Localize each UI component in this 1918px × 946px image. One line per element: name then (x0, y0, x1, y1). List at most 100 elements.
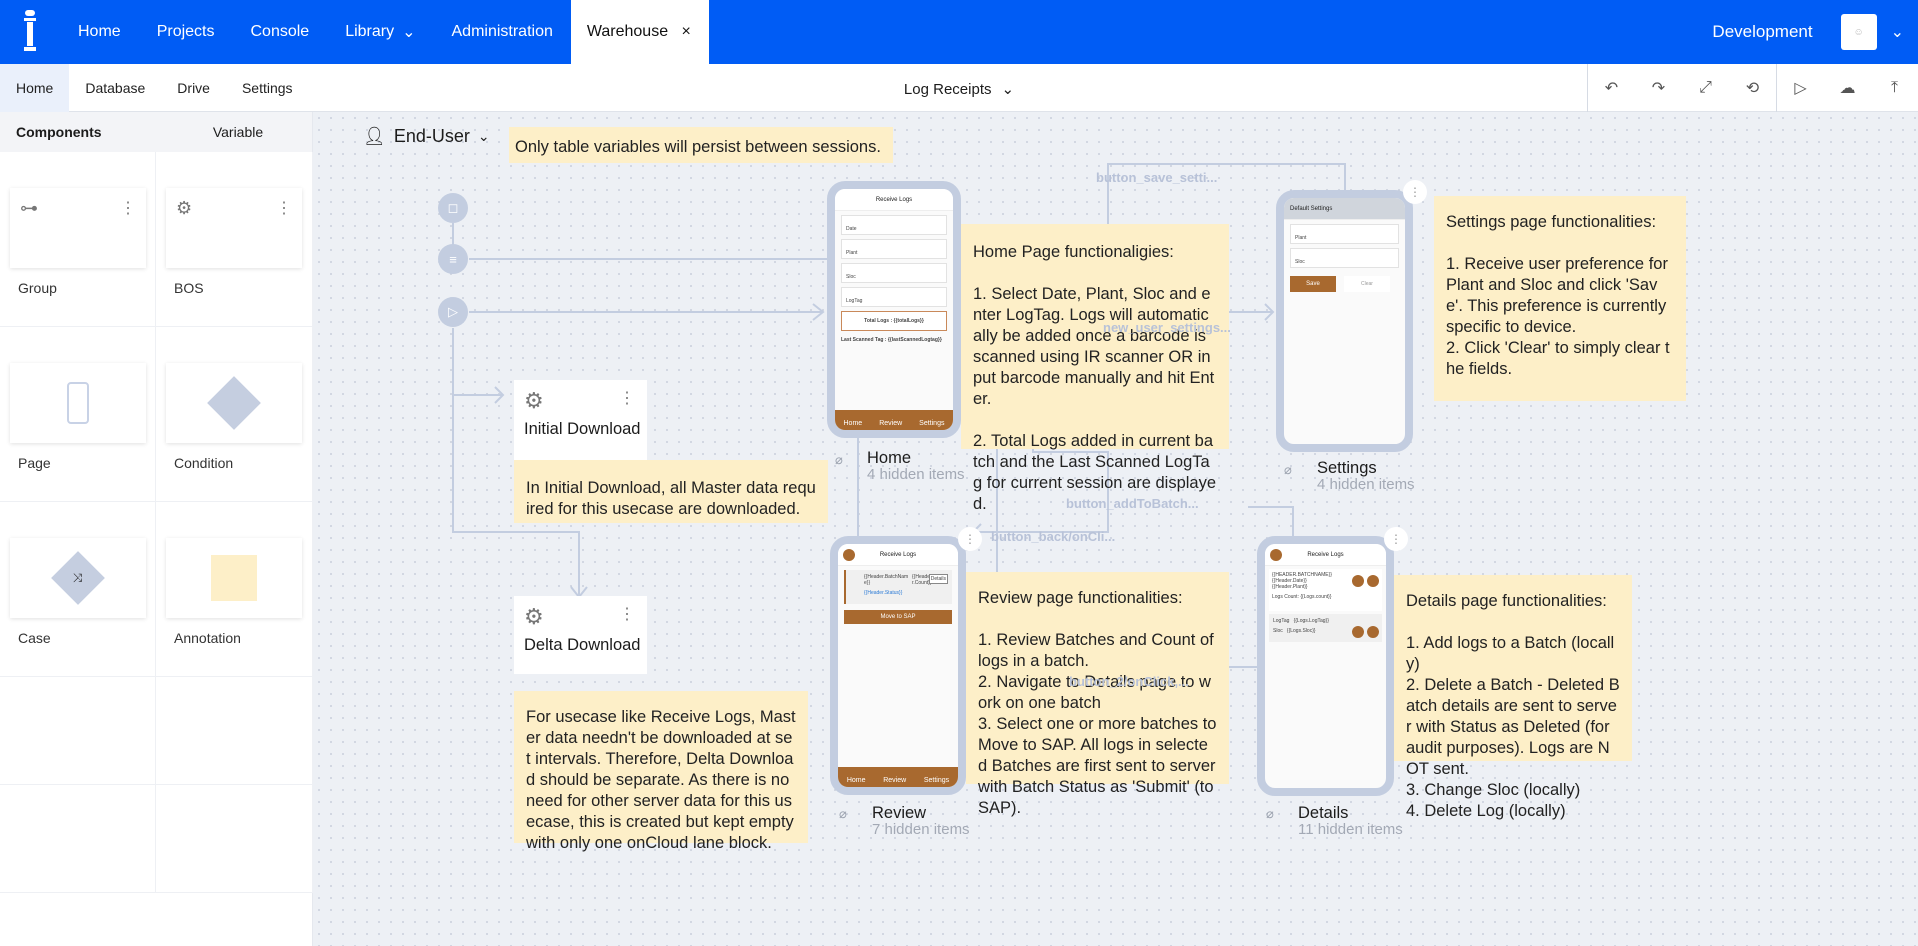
edge-label[interactable]: button_save_setti... (1096, 170, 1217, 185)
mock-nav-home: Home (843, 420, 863, 427)
avatar[interactable]: ☺ (1840, 14, 1877, 50)
component-annotation[interactable]: Annotation (156, 502, 313, 677)
subtab-drive[interactable]: Drive (161, 64, 226, 112)
mock-nav-settings: Settings (919, 420, 945, 427)
nav-administration[interactable]: Administration (434, 0, 571, 64)
shuffle-diamond-icon: ⤨ (51, 551, 105, 605)
annotation-icon (211, 555, 257, 601)
mock-header: Receive Logs (835, 189, 953, 211)
start-node-icon[interactable]: ▷ (438, 297, 468, 327)
edit-icon (1352, 626, 1364, 638)
more-icon[interactable]: ⋮ (958, 527, 982, 551)
page-name: Review (872, 804, 927, 822)
mock-log-row: LogTag {{Logs.LogTag}} Sloc {{Logs.Sloc}… (1269, 614, 1382, 642)
close-icon[interactable]: × (682, 23, 691, 41)
hidden-count: 4 hidden items (1317, 476, 1415, 493)
user-role-label: End-User (393, 126, 470, 146)
bos-delta-download[interactable]: ⚙ ⋮ Delta Download (514, 596, 647, 674)
edge-label[interactable]: button_back/onCli... (991, 529, 1115, 544)
page-review[interactable]: Receive Logs {{Header.BatchName}} {{Head… (830, 536, 966, 795)
user-icon: 👤︎ (363, 126, 386, 146)
page-settings[interactable]: Default Settings Plant Sloc Save Clear (1276, 190, 1413, 452)
component-page[interactable]: Page (0, 327, 156, 502)
page-home[interactable]: Receive Logs Date Plant Sloc LogTag Tota… (827, 181, 961, 438)
delete-icon (1367, 575, 1379, 587)
page-name: Details (1298, 804, 1349, 822)
play-icon[interactable]: ▷ (1777, 64, 1824, 112)
node-title: Initial Download (524, 420, 641, 438)
eye-off-icon[interactable]: ⌀ (835, 452, 843, 468)
empty-cell (156, 677, 313, 785)
annotation-delta[interactable]: For usecase like Receive Logs, Master da… (514, 691, 808, 852)
annotation-initial[interactable]: In Initial Download, all Master data req… (514, 460, 828, 523)
gear-icon: ⚙ (524, 388, 544, 413)
annotation-settings[interactable]: Settings page functionalities: 1. Receiv… (1434, 196, 1686, 401)
add-icon (1352, 575, 1364, 587)
page-details[interactable]: Receive Logs {{HEADER.BATCHNAME}} {{Head… (1257, 536, 1394, 796)
more-icon[interactable]: ⋮ (120, 198, 136, 218)
mock-nav-review: Review (883, 777, 907, 784)
more-icon[interactable]: ⋮ (276, 198, 292, 218)
mock-sloc-value: {{Logs.Sloc}} (1286, 628, 1316, 634)
component-condition[interactable]: Condition (156, 327, 313, 502)
more-icon[interactable]: ⋮ (619, 388, 635, 408)
mock-logtag-value: {{Logs.LogTag}} (1293, 618, 1329, 624)
undo-icon[interactable]: ↶ (1588, 64, 1635, 112)
history-icon[interactable]: ⟲ (1729, 64, 1776, 112)
chevron-down-icon: ⌄ (477, 128, 490, 144)
annotation-top[interactable]: Only table variables will persist betwee… (509, 127, 893, 163)
empty-cell (156, 785, 313, 893)
flow-canvas[interactable]: 👤︎ End-User ⌄ Only table variables will pe… (313, 112, 1918, 946)
hierarchy-icon: ⊶ (20, 198, 38, 218)
user-role-selector[interactable]: 👤︎ End-User ⌄ (363, 126, 490, 147)
bos-initial-download[interactable]: ⚙ ⋮ Initial Download (514, 380, 647, 460)
chevron-down-icon: ⌄ (402, 24, 416, 41)
app-name: Log Receipts (903, 80, 992, 98)
gear-icon: ⚙ (524, 604, 544, 629)
nav-home[interactable]: Home (60, 0, 139, 64)
menu-node-icon[interactable]: ≡ (438, 244, 468, 274)
annotation-details[interactable]: Details page functionalities: 1. Add log… (1394, 575, 1632, 820)
subtab-database[interactable]: Database (69, 64, 161, 112)
nav-console[interactable]: Console (232, 0, 327, 64)
edge-label[interactable]: button_addToBatch... (1066, 496, 1199, 511)
sub-toolbar: Home Database Drive Settings Log Receipt… (0, 63, 1918, 112)
expand-icon[interactable]: ⤢ (1682, 64, 1729, 112)
app-selector[interactable]: Log Receipts ⌄ (903, 80, 1015, 99)
more-icon[interactable]: ⋮ (1403, 180, 1427, 204)
annotation-home[interactable]: Home Page functionaligies: 1. Select Dat… (961, 224, 1229, 513)
more-icon[interactable]: ⋮ (1384, 527, 1408, 551)
page-name: Home (867, 449, 912, 467)
edge-label[interactable]: new_user_settings... (1103, 320, 1231, 335)
eye-off-icon[interactable]: ⌀ (1266, 806, 1274, 822)
mock-nav-home: Home (846, 777, 866, 784)
component-label: Case (18, 630, 51, 646)
nav-library[interactable]: Library ⌄ (327, 0, 433, 64)
nav-projects[interactable]: Projects (139, 0, 233, 64)
edge-label[interactable]: button_2/onClick,... (1069, 674, 1189, 689)
cloud-upload-icon[interactable]: ☁ (1824, 64, 1871, 112)
stop-node-icon[interactable]: ◻ (438, 193, 468, 223)
publish-icon[interactable]: ⤒ (1871, 64, 1918, 112)
component-label: BOS (174, 280, 204, 296)
component-bos[interactable]: ⚙ ⋮ BOS (156, 152, 313, 327)
app-logo[interactable] (0, 0, 60, 64)
eye-off-icon[interactable]: ⌀ (839, 806, 847, 822)
mock-header: Receive Logs (838, 544, 958, 566)
tab-components[interactable]: Components (0, 112, 164, 152)
node-title: Delta Download (524, 636, 641, 654)
component-case[interactable]: ⤨ Case (0, 502, 156, 677)
mock-header-plant: {{Header.Plant}} (1272, 584, 1308, 590)
subtab-settings[interactable]: Settings (226, 64, 309, 112)
more-icon[interactable]: ⋮ (619, 604, 635, 624)
mock-logtag-field: LogTag (841, 287, 947, 307)
subtab-home[interactable]: Home (0, 63, 70, 112)
chevron-down-icon: ⌄ (1001, 81, 1015, 98)
component-group[interactable]: ⊶ ⋮ Group (0, 152, 156, 327)
tab-warehouse[interactable]: Warehouse × (570, 0, 709, 64)
component-label: Annotation (174, 630, 241, 646)
chevron-down-icon[interactable]: ⌄ (1891, 22, 1904, 42)
tab-variable[interactable]: Variable (164, 112, 312, 152)
redo-icon[interactable]: ↷ (1635, 64, 1682, 112)
eye-off-icon[interactable]: ⌀ (1284, 462, 1292, 478)
